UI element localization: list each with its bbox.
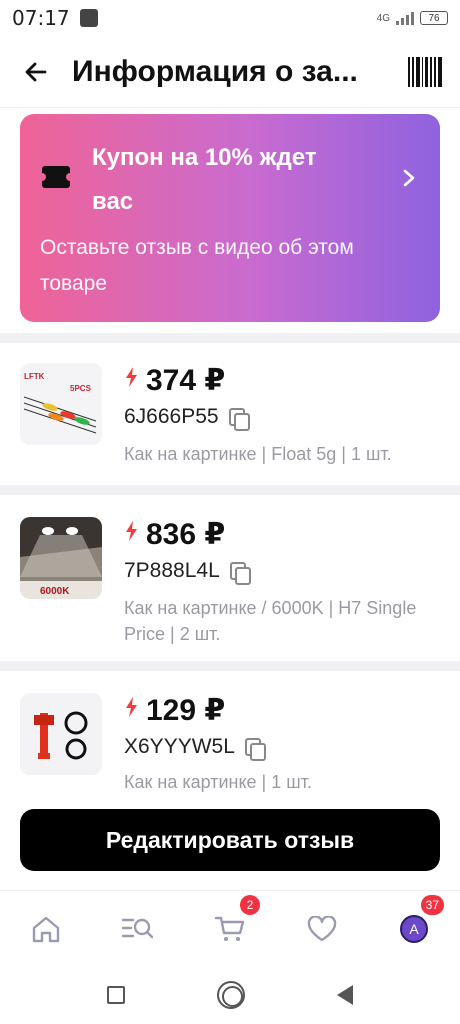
cart-badge: 2 xyxy=(240,894,260,915)
product-thumbnail: LFTK 5PCS xyxy=(20,363,102,445)
heart-icon[interactable] xyxy=(304,911,340,947)
bottom-nav: 2 A 37 xyxy=(0,890,460,966)
order-code-row: X6YYYW5L xyxy=(124,735,266,761)
order-code: 6J666P55 xyxy=(124,405,219,428)
copy-icon[interactable] xyxy=(228,408,250,431)
coupon-headline: Купон на 10% ждет вас xyxy=(92,144,317,215)
tiktok-notification-icon xyxy=(79,9,98,27)
order-code-row: 6J666P55 xyxy=(124,405,250,431)
battery-level: 76 xyxy=(428,12,440,24)
network-type: 4G xyxy=(376,12,390,24)
order-code: 7P888L4L xyxy=(124,559,220,582)
copy-icon[interactable] xyxy=(229,562,251,585)
thumb-brand: LFTK xyxy=(24,372,45,381)
order-code-row: 7P888L4L xyxy=(124,559,251,585)
price-row: 836 ₽ xyxy=(124,517,225,552)
back-arrow-icon[interactable] xyxy=(18,54,54,90)
profile-tab[interactable]: A 37 xyxy=(396,894,444,947)
item-variant: Как на картинке | 1 шт. xyxy=(124,772,312,792)
status-time: 07:17 xyxy=(12,6,70,30)
item-price: 836 ₽ xyxy=(146,518,226,551)
copy-icon[interactable] xyxy=(244,738,266,761)
product-thumbnail xyxy=(20,693,102,775)
item-variant: Как на картинке / 6000K | H7 Single Pric… xyxy=(124,598,417,644)
signal-icon xyxy=(396,11,414,25)
lightning-icon xyxy=(124,520,138,549)
price-row: 374 ₽ xyxy=(124,363,225,398)
catalog-search-icon[interactable] xyxy=(120,911,156,947)
profile-badge: 37 xyxy=(420,894,444,915)
divider xyxy=(0,661,460,671)
item-price: 129 ₽ xyxy=(146,694,226,727)
page-title: Информация о за... xyxy=(72,54,358,88)
home-icon[interactable] xyxy=(28,911,64,947)
divider xyxy=(0,333,460,343)
edit-review-button[interactable]: Редактировать отзыв xyxy=(20,809,440,871)
item-variant: Как на картинке | Float 5g | 1 шт. xyxy=(124,444,392,464)
barcode-icon[interactable] xyxy=(408,56,442,87)
system-nav-bar xyxy=(0,966,460,1024)
price-row: 129 ₽ xyxy=(124,693,225,728)
thumb-label: 5PCS xyxy=(70,384,92,393)
recents-icon[interactable] xyxy=(107,986,125,1004)
ticket-icon xyxy=(38,166,74,188)
lightning-icon xyxy=(124,696,138,725)
product-thumbnail: 6000K xyxy=(20,517,102,599)
order-item[interactable]: 6000K 836 ₽ 7P888L4L Как на картинке / 6… xyxy=(0,495,460,661)
back-triangle-icon[interactable] xyxy=(337,985,353,1005)
status-bar: 07:17 4G 76 xyxy=(0,0,460,36)
app-bar: Информация о за... xyxy=(0,36,460,108)
item-price: 374 ₽ xyxy=(146,364,226,397)
status-indicators: 4G 76 xyxy=(377,11,448,25)
coupon-banner[interactable]: Купон на 10% ждет вас Оставьте отзыв с в… xyxy=(20,114,440,322)
order-item[interactable]: LFTK 5PCS 374 ₽ 6J666P55 Как на картинке… xyxy=(0,343,460,485)
avatar: A xyxy=(400,914,428,943)
battery-icon: 76 xyxy=(420,11,448,25)
home-button-icon[interactable] xyxy=(217,981,245,1009)
coupon-subtitle: Оставьте отзыв с видео об этом товаре xyxy=(40,236,354,295)
chevron-right-icon xyxy=(402,164,416,195)
order-item[interactable]: 129 ₽ X6YYYW5L Как на картинке | 1 шт. xyxy=(0,671,460,811)
thumb-label: 6000K xyxy=(40,586,70,597)
lightning-icon xyxy=(124,366,138,395)
divider xyxy=(0,485,460,495)
cart-icon[interactable]: 2 xyxy=(212,894,260,947)
order-code: X6YYYW5L xyxy=(124,735,235,758)
